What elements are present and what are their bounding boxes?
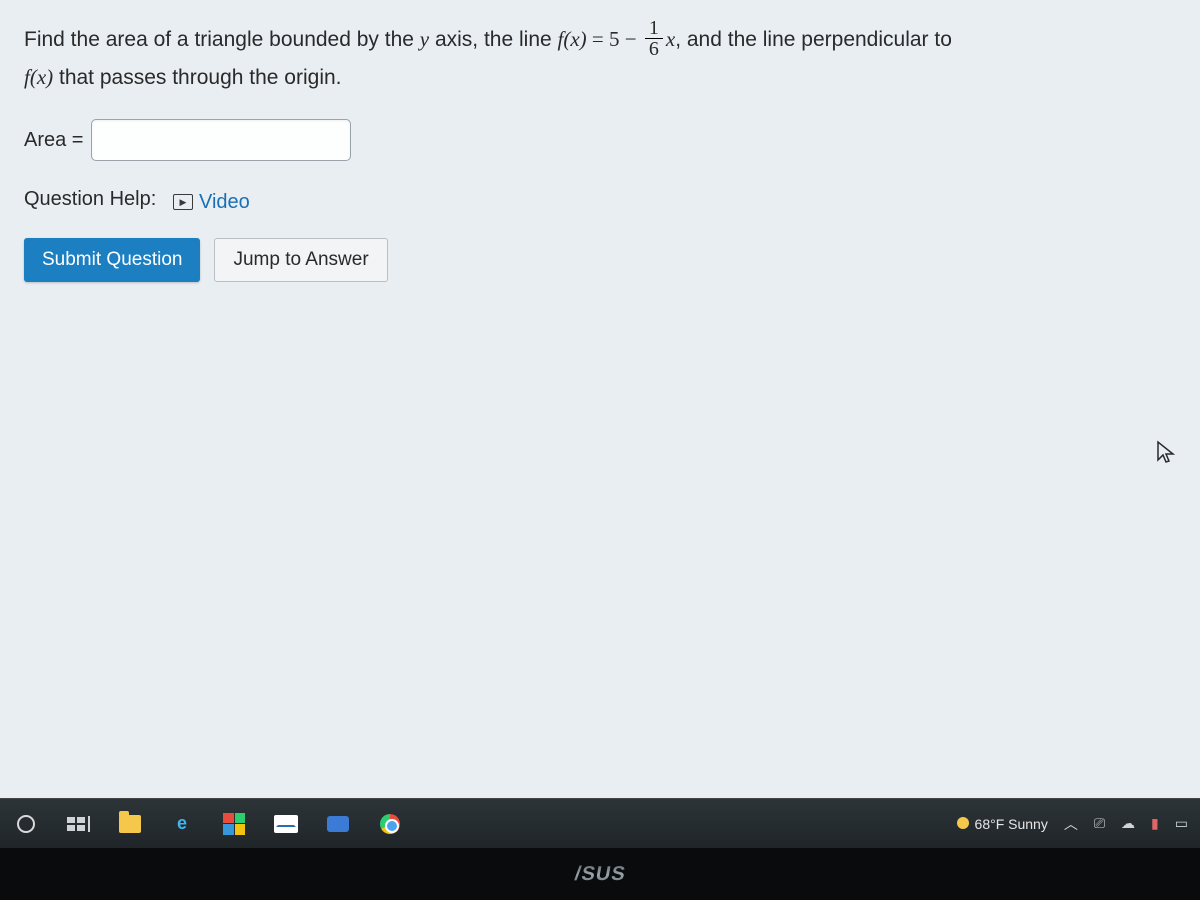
laptop-bezel: /SUS <box>0 848 1200 900</box>
numerator: 1 <box>645 18 663 38</box>
question-text: Find the area of a triangle bounded by t… <box>24 20 1176 95</box>
sun-icon <box>957 817 969 829</box>
tray-icon-1[interactable]: ⎚ <box>1094 815 1105 832</box>
onedrive-icon[interactable]: ☁ <box>1121 815 1135 832</box>
denominator: 6 <box>645 38 663 59</box>
brand-logo: /SUS <box>573 863 628 886</box>
weather-text: 68°F Sunny <box>975 816 1048 832</box>
mail-icon <box>274 815 298 833</box>
taskview-button[interactable] <box>64 810 92 838</box>
file-explorer-button[interactable] <box>116 810 144 838</box>
taskbar: e 68°F Sunny ︿ ⎚ ☁ ▮ ▭ <box>0 798 1200 848</box>
text-part: axis, the line <box>429 28 557 51</box>
mail-button[interactable] <box>272 810 300 838</box>
chrome-button[interactable] <box>376 810 404 838</box>
camera-button[interactable] <box>324 810 352 838</box>
x-var: x <box>666 27 675 51</box>
fx2: f(x) <box>24 65 53 89</box>
play-icon: ▶ <box>173 194 193 210</box>
chevron-up-icon[interactable]: ︿ <box>1064 814 1078 834</box>
text-part: and the line perpendicular to <box>687 28 952 51</box>
help-label: Question Help: <box>24 188 156 210</box>
help-row: Question Help: ▶ Video <box>24 183 1176 218</box>
area-input[interactable] <box>91 119 351 161</box>
comma: , <box>675 28 687 51</box>
cursor-icon <box>1156 440 1176 470</box>
fx: f(x) <box>558 27 587 51</box>
question-panel: Find the area of a triangle bounded by t… <box>0 0 1200 302</box>
start-button[interactable] <box>12 810 40 838</box>
store-icon <box>223 813 245 835</box>
chrome-icon <box>380 814 400 834</box>
equals: = <box>587 27 609 51</box>
five: 5 <box>609 27 620 51</box>
jump-to-answer-button[interactable]: Jump to Answer <box>214 238 387 282</box>
security-icon[interactable]: ▮ <box>1151 815 1159 832</box>
windows-icon <box>17 815 35 833</box>
y-var: y <box>420 27 429 51</box>
camera-icon <box>327 816 349 832</box>
button-row: Submit Question Jump to Answer <box>24 238 1176 282</box>
minus: − <box>620 27 642 51</box>
weather-widget[interactable]: 68°F Sunny <box>957 816 1048 832</box>
edge-button[interactable]: e <box>168 810 196 838</box>
fraction: 16 <box>645 18 663 59</box>
answer-label: Area = <box>24 124 83 156</box>
folder-icon <box>119 815 141 833</box>
edge-icon: e <box>177 813 187 834</box>
video-label: Video <box>199 186 250 218</box>
submit-button[interactable]: Submit Question <box>24 238 200 282</box>
store-button[interactable] <box>220 810 248 838</box>
taskview-icon <box>67 816 90 832</box>
text-part: that passes through the origin. <box>53 66 341 89</box>
battery-icon[interactable]: ▭ <box>1175 815 1188 832</box>
text-part: Find the area of a triangle bounded by t… <box>24 28 420 51</box>
answer-row: Area = <box>24 119 1176 161</box>
video-link[interactable]: ▶ Video <box>173 186 250 218</box>
